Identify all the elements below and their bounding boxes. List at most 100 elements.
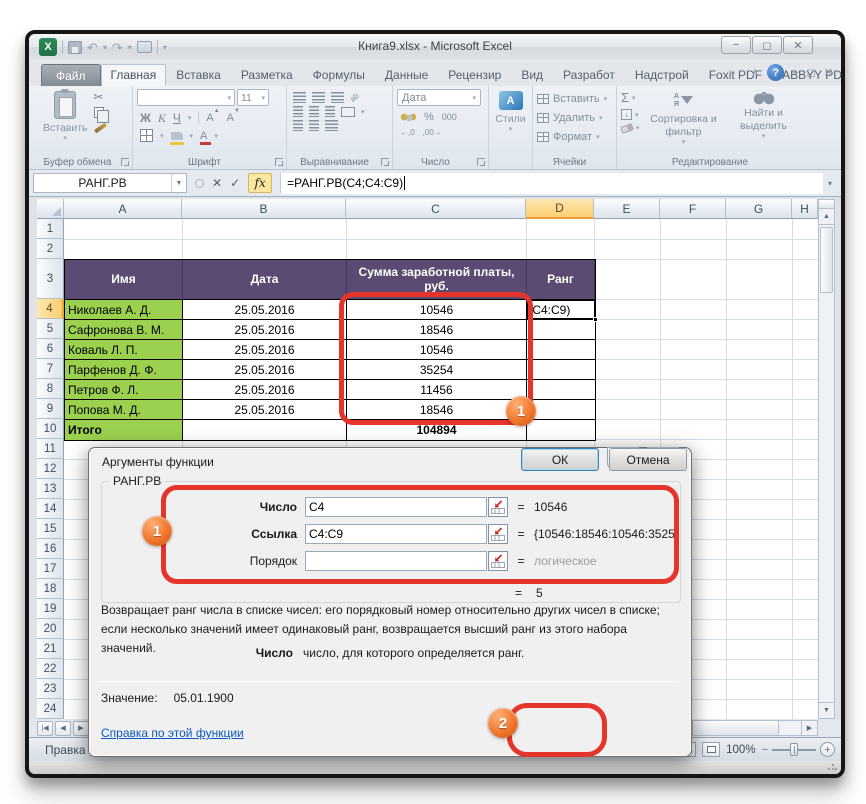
decrease-decimal-icon[interactable]: ,00→: [423, 128, 442, 137]
table-cell-empty[interactable]: [527, 420, 595, 440]
row-header-12[interactable]: 12: [37, 459, 64, 479]
row-header-23[interactable]: 23: [37, 679, 64, 699]
table-cell-name[interactable]: Попова М. Д.: [65, 400, 183, 420]
tab-file[interactable]: Файл: [41, 64, 101, 86]
insert-function-icon[interactable]: fx: [248, 173, 272, 193]
row-header-3[interactable]: 3: [37, 259, 64, 299]
zoom-level[interactable]: 100%: [726, 744, 755, 756]
column-header-g[interactable]: G: [726, 199, 792, 219]
dialog-launcher-icon[interactable]: [381, 158, 389, 166]
row-header-13[interactable]: 13: [37, 479, 64, 499]
merge-center-icon[interactable]: [341, 107, 355, 117]
table-cell-date[interactable]: 25.05.2016: [183, 340, 347, 360]
fill-color-icon[interactable]: [171, 132, 183, 140]
bold-button[interactable]: Ж: [140, 112, 151, 124]
row-header-20[interactable]: 20: [37, 619, 64, 639]
table-cell-total-label[interactable]: Итого: [65, 420, 183, 440]
table-cell-date[interactable]: 25.05.2016: [183, 300, 347, 320]
italic-button[interactable]: К: [158, 112, 166, 124]
vertical-scrollbar[interactable]: ▲ ▼: [818, 199, 835, 719]
row-header-24[interactable]: 24: [37, 699, 64, 719]
decrease-indent-icon[interactable]: [293, 120, 303, 131]
table-cell-name[interactable]: Петров Ф. Л.: [65, 380, 183, 400]
row-header-19[interactable]: 19: [37, 599, 64, 619]
name-box-dropdown-icon[interactable]: ▼: [171, 174, 186, 192]
name-box[interactable]: РАНГ.РВ ▼: [33, 173, 187, 193]
help-icon[interactable]: ?: [767, 64, 784, 81]
zoom-slider-track[interactable]: [772, 749, 816, 751]
tab-addins[interactable]: Надстрой: [625, 64, 699, 86]
row-header-1[interactable]: 1: [37, 219, 64, 239]
accounting-format-icon[interactable]: [400, 113, 416, 122]
zoom-in-icon[interactable]: +: [820, 742, 835, 757]
cancel-entry-icon[interactable]: ✕: [212, 177, 222, 189]
clear-button[interactable]: ▾: [621, 124, 640, 132]
fill-button[interactable]: ↓ ▾: [621, 109, 640, 120]
row-header-8[interactable]: 8: [37, 379, 64, 399]
tab-review[interactable]: Рецензир: [438, 64, 511, 86]
format-cells-button[interactable]: Формат ▾: [537, 127, 612, 146]
row-header-18[interactable]: 18: [37, 579, 64, 599]
align-bottom-icon[interactable]: [331, 92, 344, 103]
minimize-button[interactable]: −: [721, 36, 751, 54]
format-painter-icon[interactable]: [94, 123, 107, 134]
table-cell-empty[interactable]: [183, 420, 347, 440]
row-header-16[interactable]: 16: [37, 539, 64, 559]
workbook-restore-icon[interactable]: ◻: [807, 66, 816, 79]
table-cell-date[interactable]: 25.05.2016: [183, 380, 347, 400]
formula-input[interactable]: =РАНГ.РВ(C4;C4:C9): [281, 173, 823, 194]
table-cell-date[interactable]: 25.05.2016: [183, 400, 347, 420]
row-header-9[interactable]: 9: [37, 399, 64, 419]
table-cell-rank[interactable]: [527, 380, 595, 400]
font-size-combobox[interactable]: 11 ▾: [237, 89, 269, 106]
split-handle[interactable]: [819, 200, 834, 209]
table-cell-name[interactable]: Сафронова В. М.: [65, 320, 183, 340]
collapse-ribbon-icon[interactable]: ∧: [751, 66, 759, 79]
expand-formula-bar-icon[interactable]: ▾: [823, 179, 837, 188]
row-header-14[interactable]: 14: [37, 499, 64, 519]
row-header-15[interactable]: 15: [37, 519, 64, 539]
comma-style-icon[interactable]: 000: [442, 112, 457, 122]
maximize-button[interactable]: ◻: [752, 36, 782, 54]
tab-page-layout[interactable]: Разметка: [231, 64, 303, 86]
shrink-font-button[interactable]: А▼: [227, 112, 240, 124]
tab-view[interactable]: Вид: [511, 64, 553, 86]
dialog-launcher-icon[interactable]: [275, 158, 283, 166]
styles-button[interactable]: А Стили ▾: [493, 91, 528, 133]
scroll-up-icon[interactable]: ▲: [819, 209, 834, 225]
scroll-down-icon[interactable]: ▼: [819, 702, 834, 718]
orientation-icon[interactable]: ab: [348, 91, 361, 104]
table-header-cell[interactable]: Имя: [65, 260, 183, 300]
align-center-icon[interactable]: [309, 106, 319, 117]
align-left-icon[interactable]: [293, 106, 303, 117]
row-header-4[interactable]: 4: [37, 299, 64, 319]
table-cell-rank[interactable]: [527, 360, 595, 380]
align-middle-icon[interactable]: [312, 92, 325, 103]
tab-developer[interactable]: Разработ: [553, 64, 625, 86]
row-header-5[interactable]: 5: [37, 319, 64, 339]
table-cell-name[interactable]: Парфенов Д. Ф.: [65, 360, 183, 380]
vertical-scroll-thumb[interactable]: [820, 227, 833, 293]
dialog-launcher-icon[interactable]: [121, 158, 129, 166]
row-header-2[interactable]: 2: [37, 239, 64, 259]
row-header-11[interactable]: 11: [37, 439, 64, 459]
close-button[interactable]: ✕: [783, 36, 813, 54]
table-cell-rank[interactable]: ;C4:C9): [527, 300, 595, 320]
resize-grip[interactable]: [827, 763, 837, 771]
row-header-22[interactable]: 22: [37, 659, 64, 679]
horizontal-scrollbar[interactable]: ▶: [692, 720, 818, 736]
next-sheet-icon[interactable]: ▶: [73, 721, 89, 736]
workbook-close-icon[interactable]: ✕: [824, 66, 833, 79]
delete-cells-button[interactable]: Удалить ▾: [537, 108, 612, 127]
table-cell-rank[interactable]: [527, 400, 595, 420]
column-header-b[interactable]: B: [182, 199, 346, 219]
row-header-7[interactable]: 7: [37, 359, 64, 379]
row-header-10[interactable]: 10: [37, 419, 64, 439]
tab-insert[interactable]: Вставка: [166, 64, 231, 86]
column-header-c[interactable]: C: [346, 199, 526, 219]
select-all-corner[interactable]: [37, 199, 64, 219]
first-sheet-icon[interactable]: |◀: [37, 721, 53, 736]
zoom-slider-thumb[interactable]: [790, 743, 798, 756]
align-right-icon[interactable]: [325, 106, 335, 117]
ok-button[interactable]: ОК: [521, 448, 599, 471]
